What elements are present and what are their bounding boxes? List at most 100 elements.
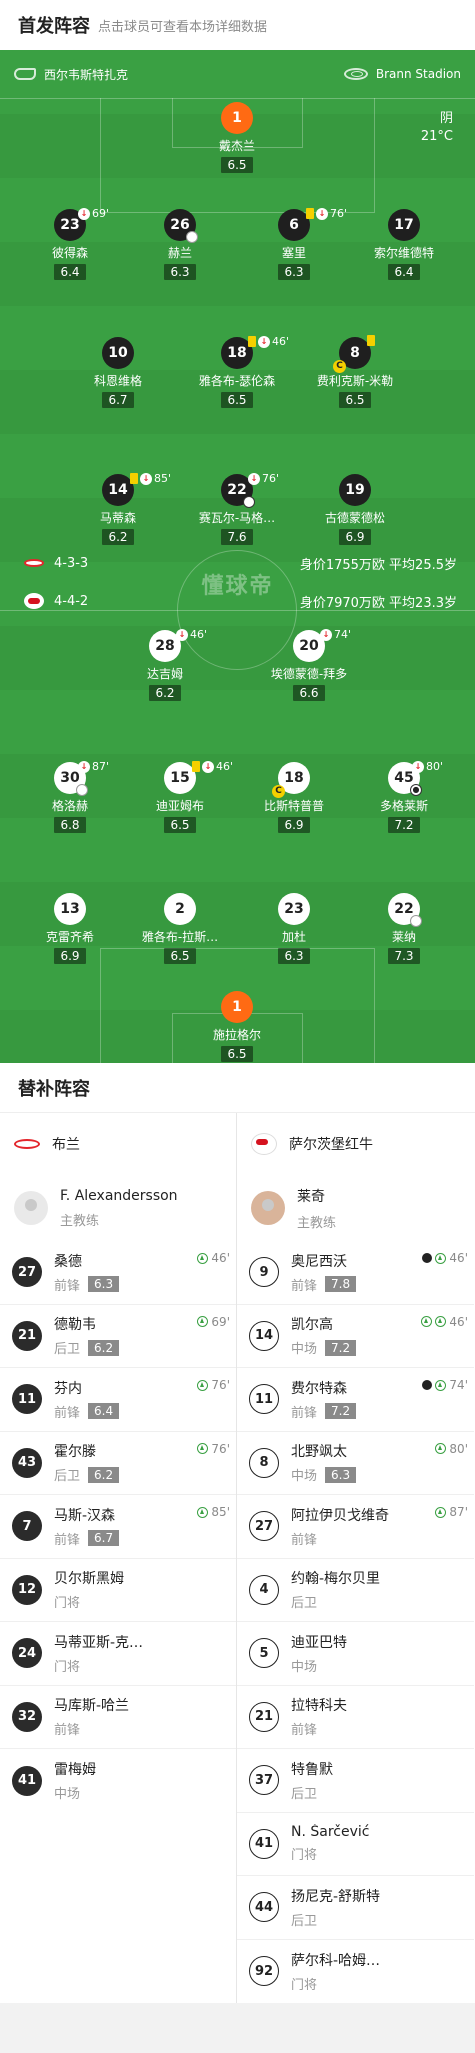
sub-out-icon: ↓ xyxy=(320,628,332,641)
sub-player-row[interactable]: 5 迪亚巴特 中场 xyxy=(237,1622,474,1686)
player-position: 门将 xyxy=(291,1848,318,1864)
sub-player-row[interactable]: 43 霍尔滕 后卫 6.2 76' xyxy=(0,1432,236,1495)
brann-logo-icon xyxy=(24,559,44,567)
player-home-def[interactable]: 6 ↓ 76' 塞里 6.3 xyxy=(239,207,349,280)
coach-name: 莱奇 xyxy=(297,1188,325,1205)
home-coach[interactable]: F. Alexandersson 主教练 xyxy=(0,1175,236,1241)
player-away-mid[interactable]: 30 ↓ 87' 格洛赫 6.8 xyxy=(15,760,125,833)
player-rating: 7.2 xyxy=(325,1403,357,1420)
player-number: 10 xyxy=(102,337,134,369)
sub-out-icon: ↓ xyxy=(412,760,424,773)
sub-player-row[interactable]: 37 特鲁默 后卫 xyxy=(237,1749,474,1813)
player-name: 科恩维格 xyxy=(93,374,142,388)
player-number: 2 xyxy=(164,893,196,925)
player-away-def[interactable]: 2 雅各布-拉斯… 6.5 xyxy=(125,893,235,964)
away-coach[interactable]: 莱奇 主教练 xyxy=(237,1175,474,1241)
sub-player-row[interactable]: 8 北野飒太 中场 6.3 80' xyxy=(237,1432,474,1495)
player-away-def[interactable]: 22 莱纳 7.3 xyxy=(349,893,459,964)
player-name: 迪亚姆布 xyxy=(155,799,204,813)
sub-player-row[interactable]: 14 凯尔高 中场 7.2 46' xyxy=(237,1305,474,1368)
sub-in-icon xyxy=(435,1443,447,1454)
sub-player-row[interactable]: 44 扬尼克-舒斯特 后卫 xyxy=(237,1876,474,1940)
player-rating: 6.2 xyxy=(102,529,134,545)
sub-in-icon xyxy=(197,1443,209,1454)
sub-player-row[interactable]: 27 桑德 前锋 6.3 46' xyxy=(0,1241,236,1305)
sub-player-row[interactable]: 92 萨尔科-哈姆… 门将 xyxy=(237,1940,474,2004)
sub-player-row[interactable]: 9 奥尼西沃 前锋 7.8 46' xyxy=(237,1241,474,1305)
player-number: 18 C xyxy=(272,762,310,798)
away-squad-value: 身价7970万欧 平均23.3岁 xyxy=(299,595,457,611)
player-rating: 6.2 xyxy=(88,1339,120,1356)
player-number-text: 22 xyxy=(394,901,414,917)
event-minute: 46' xyxy=(272,335,290,348)
sub-player-row[interactable]: 41 雷梅姆 中场 xyxy=(0,1749,236,1813)
event-minute: 76' xyxy=(330,207,348,220)
player-events: ↓ 46' xyxy=(248,335,289,348)
player-rating: 6.4 xyxy=(388,264,420,280)
sub-player-row[interactable]: 12 贝尔斯黑姆 门将 xyxy=(0,1559,236,1622)
player-name: 多格莱斯 xyxy=(379,799,428,813)
player-away-fwd[interactable]: 28 ↓ 46' 达吉姆 6.2 xyxy=(110,628,220,701)
sub-player-row[interactable]: 41 N. Šarčević 门将 xyxy=(237,1813,474,1876)
player-away-mid[interactable]: 18 C 比斯特普普 6.9 xyxy=(239,762,349,833)
home-formation-bar: 4-3-3 身价1755万欧 平均25.5岁 xyxy=(0,550,475,576)
player-rating: 6.4 xyxy=(54,264,86,280)
player-away-mid[interactable]: 45 ● ↓ 80' 多格莱斯 7.2 xyxy=(349,760,459,833)
sub-player-row[interactable]: 4 约翰-梅尔贝里 后卫 xyxy=(237,1559,474,1622)
sub-player-row[interactable]: 24 马蒂亚斯-克… 门将 xyxy=(0,1622,236,1686)
away-team-row[interactable]: 萨尔茨堡红牛 xyxy=(237,1113,474,1175)
sub-player-row[interactable]: 21 拉特科夫 前锋 xyxy=(237,1686,474,1749)
player-number: 41 xyxy=(12,1765,42,1796)
player-home-def[interactable]: 26 赫兰 6.3 xyxy=(125,209,235,280)
sub-player-row[interactable]: 11 芬内 前锋 6.4 76' xyxy=(0,1368,236,1432)
player-away-mid[interactable]: 15 ↓ 46' 迪亚姆布 6.5 xyxy=(125,760,235,833)
player-home-def[interactable]: 17 索尔维德特 6.4 xyxy=(349,209,459,280)
player-rating: 6.5 xyxy=(164,948,196,964)
footer-spacer xyxy=(0,2003,475,2053)
player-number: 11 xyxy=(249,1384,279,1415)
assist-icon xyxy=(421,1316,433,1327)
player-name: 彼得森 xyxy=(51,246,88,260)
player-name: 凯尔高 xyxy=(291,1317,333,1334)
player-rating: 6.5 xyxy=(221,392,253,408)
home-team-row[interactable]: 布兰 xyxy=(0,1113,236,1175)
sub-player-row[interactable]: 21 德勒韦 后卫 6.2 69' xyxy=(0,1305,236,1368)
event-minute: 74' xyxy=(334,628,352,641)
sub-in-minute: 87' xyxy=(449,1505,468,1519)
player-number-text: 26 xyxy=(170,217,190,233)
player-number-text: 30 xyxy=(60,770,80,786)
player-home-mid[interactable]: 8C 费利克斯-米勒 6.5 xyxy=(300,335,410,408)
player-events: ↓ 76' xyxy=(306,207,347,220)
sub-in-minute: 46' xyxy=(449,1251,468,1265)
sub-in-event: 46' xyxy=(197,1251,230,1265)
player-home-mid[interactable]: 18 ↓ 46' 雅各布-瑟伦森 6.5 xyxy=(182,335,292,408)
sub-player-row[interactable]: 27 阿拉伊贝戈维奇 前锋 87' xyxy=(237,1495,474,1559)
player-number: 27 xyxy=(12,1257,42,1288)
yellow-card-icon xyxy=(367,335,375,346)
player-home-fwd[interactable]: 14 ↓ 85' 马蒂森 6.2 xyxy=(63,472,173,545)
player-position: 前锋 xyxy=(291,1532,318,1548)
player-home-fwd[interactable]: 22 ● ↓ 76' 赛瓦尔-马格… 7.6 xyxy=(182,472,292,545)
sub-player-row[interactable]: 11 费尔特森 前锋 7.2 74' xyxy=(237,1368,474,1432)
player-away-def[interactable]: 23 加杜 6.3 xyxy=(239,893,349,964)
player-number: 4 xyxy=(249,1574,279,1605)
player-name: 格洛赫 xyxy=(51,799,88,813)
player-position: 中场 xyxy=(291,1659,318,1675)
player-rating: 6.9 xyxy=(278,817,310,833)
player-home-def[interactable]: 23 ↓ 69' 彼得森 6.4 xyxy=(15,207,125,280)
coach-role: 主教练 xyxy=(297,1215,337,1231)
player-away-def[interactable]: 13 克雷齐希 6.9 xyxy=(15,893,125,964)
player-name: 克雷齐希 xyxy=(45,930,94,944)
player-away-gk[interactable]: 1 施拉格尔 6.5 xyxy=(182,991,292,1062)
player-name: 扬尼克-舒斯特 xyxy=(291,1888,381,1905)
player-home-mid[interactable]: 10 科恩维格 6.7 xyxy=(63,337,173,408)
captain-icon: C xyxy=(333,360,346,373)
event-minute: 85' xyxy=(154,472,172,485)
player-away-fwd[interactable]: 20 ↓ 74' 埃德蒙德-拜多 6.6 xyxy=(254,628,364,701)
player-home-fwd[interactable]: 19 古德蒙德松 6.9 xyxy=(300,474,410,545)
sub-in-icon xyxy=(197,1379,209,1391)
pitch: 懂球帝 西尔韦斯特扎克 Brann Stadion 阴 21°C 1 戴杰兰 6… xyxy=(0,50,475,1063)
sub-player-row[interactable]: 7 马斯-汉森 前锋 6.7 85' xyxy=(0,1495,236,1559)
sub-player-row[interactable]: 32 马库斯-哈兰 前锋 xyxy=(0,1686,236,1749)
player-home-gk[interactable]: 1 戴杰兰 6.5 xyxy=(182,102,292,173)
